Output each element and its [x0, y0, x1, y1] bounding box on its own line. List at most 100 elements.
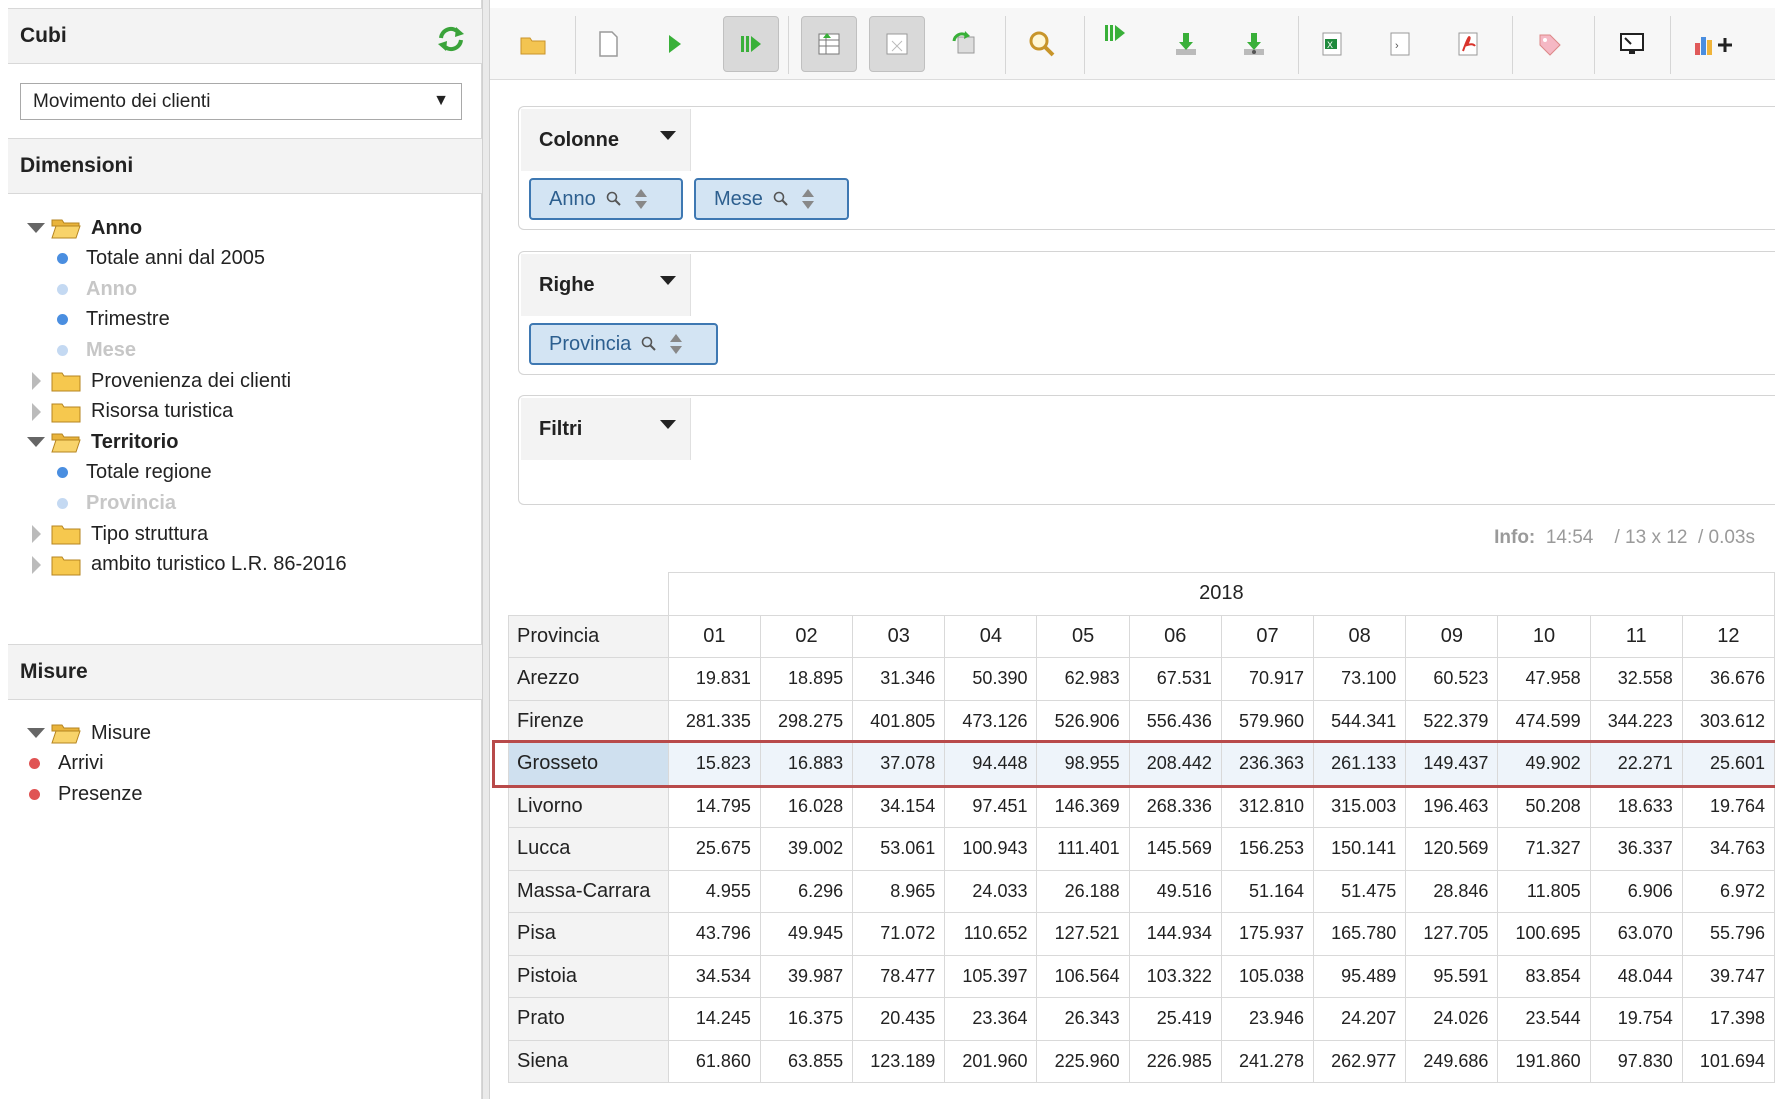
month-header[interactable]: 06 — [1128, 614, 1222, 658]
month-header[interactable]: 07 — [1220, 614, 1315, 658]
expand-right-icon[interactable] — [31, 402, 41, 421]
expand-down-icon[interactable] — [27, 728, 45, 738]
tree-item-anno[interactable]: Anno — [27, 213, 142, 243]
expand-down-icon[interactable] — [27, 437, 45, 448]
fullscreen-icon[interactable] — [1604, 16, 1660, 72]
table-row: Massa-Carrara 4.955 6.296 8.965 24.033 26.188… — [508, 869, 1775, 913]
chart-add-icon[interactable] — [1678, 16, 1748, 72]
export-excel-icon[interactable]: X — [1304, 16, 1360, 72]
export-download-icon[interactable] — [1158, 16, 1214, 72]
chip-anno[interactable]: Anno — [529, 178, 683, 220]
hide-empty-icon[interactable] — [869, 16, 925, 72]
tree-item-label: Territorio — [91, 430, 179, 453]
value-cell: 50.208 — [1497, 784, 1591, 828]
province-cell[interactable]: Prato — [508, 997, 669, 1041]
tree-item-provincia[interactable]: Provincia — [57, 488, 176, 518]
tree-item-tipo-struttura[interactable]: Tipo struttura — [27, 519, 208, 549]
value-cell: 344.223 — [1589, 699, 1683, 743]
open-folder-icon[interactable] — [505, 16, 561, 72]
rows-zone-label[interactable]: Righe — [521, 254, 691, 316]
month-header[interactable]: 09 — [1405, 614, 1499, 658]
sort-icon[interactable] — [634, 188, 648, 210]
province-cell[interactable]: Siena — [508, 1039, 669, 1083]
new-query-icon[interactable] — [580, 16, 636, 72]
filters-zone[interactable]: Filtri — [518, 395, 1775, 505]
sort-icon[interactable] — [801, 188, 815, 210]
month-header[interactable]: 03 — [852, 614, 946, 658]
value-cell: 39.002 — [759, 827, 854, 871]
month-header[interactable]: 12 — [1681, 614, 1775, 658]
value-cell: 544.341 — [1313, 699, 1407, 743]
search-icon[interactable] — [641, 336, 657, 352]
value-cell: 165.780 — [1313, 912, 1407, 956]
province-cell[interactable]: Livorno — [508, 784, 669, 828]
tree-item-totale-regione[interactable]: Totale regione — [57, 458, 212, 488]
chip-mese[interactable]: Mese — [694, 178, 849, 220]
year-header[interactable]: 2018 — [667, 572, 1775, 616]
month-header[interactable]: 11 — [1589, 614, 1683, 658]
tree-item-misure[interactable]: Misure — [27, 718, 151, 748]
province-cell[interactable]: Pisa — [508, 912, 669, 956]
tree-item-totale-anni-dal-2005[interactable]: Totale anni dal 2005 — [57, 244, 265, 274]
value-cell: 105.397 — [944, 954, 1038, 998]
month-header[interactable]: 02 — [759, 614, 854, 658]
columns-zone-label[interactable]: Colonne — [521, 109, 691, 171]
expand-right-icon[interactable] — [31, 525, 41, 543]
show-fields-icon[interactable] — [801, 16, 857, 72]
expand-right-icon[interactable] — [31, 555, 41, 574]
tree-item-provenienza-dei-clienti[interactable]: Provenienza dei clienti — [27, 366, 291, 396]
province-cell[interactable]: Pistoia — [508, 954, 669, 998]
province-cell[interactable]: Firenze — [508, 699, 669, 743]
month-header[interactable]: 08 — [1313, 614, 1407, 658]
value-cell: 63.855 — [759, 1039, 854, 1083]
month-header[interactable]: 05 — [1036, 614, 1130, 658]
value-cell: 196.463 — [1405, 784, 1499, 828]
tree-item-ambito-turistico-l-r-86-2016[interactable]: ambito turistico L.R. 86-2016 — [27, 550, 347, 580]
tree-item-trimestre[interactable]: Trimestre — [57, 305, 170, 335]
value-cell: 24.026 — [1405, 997, 1499, 1041]
tree-item-presenze[interactable]: Presenze — [29, 779, 143, 809]
table-row: Firenze 281.335 298.275 401.805 473.126 526.9… — [508, 699, 1775, 743]
value-cell: 17.398 — [1681, 997, 1775, 1041]
month-header[interactable]: 10 — [1497, 614, 1591, 658]
search-icon[interactable] — [773, 191, 789, 207]
tree-item-territorio[interactable]: Territorio — [27, 427, 178, 457]
cube-select[interactable]: Movimento dei clienti ▼ — [20, 83, 462, 120]
swap-axes-icon[interactable] — [937, 16, 993, 72]
value-cell: 106.564 — [1036, 954, 1130, 998]
sort-icon[interactable] — [669, 333, 683, 355]
drillthrough-icon[interactable] — [1088, 8, 1144, 64]
export-csv-icon[interactable]: › — [1372, 16, 1428, 72]
table-row: Siena 61.860 63.855 123.189 201.960 225.960 22… — [508, 1039, 1775, 1083]
refresh-icon[interactable] — [436, 25, 466, 53]
province-cell[interactable]: Massa-Carrara — [508, 869, 669, 913]
tree-item-arrivi[interactable]: Arrivi — [29, 749, 104, 779]
month-header[interactable]: 04 — [944, 614, 1038, 658]
chip-provincia[interactable]: Provincia — [529, 323, 718, 365]
value-cell: 71.072 — [852, 912, 946, 956]
province-cell[interactable]: Arezzo — [508, 657, 669, 701]
province-cell[interactable]: Grosseto — [508, 742, 669, 786]
month-header[interactable]: 01 — [667, 614, 761, 658]
table-row: Pistoia 34.534 39.987 78.477 105.397 106.564 1… — [508, 954, 1775, 998]
value-cell: 261.133 — [1313, 742, 1407, 786]
search-icon[interactable] — [606, 191, 622, 207]
app: Cubi Movimento dei clienti ▼ Dimensioni … — [0, 0, 1775, 1099]
export-download-alt-icon[interactable] — [1226, 16, 1282, 72]
rows-zone[interactable]: Righe Provincia — [518, 251, 1775, 375]
export-pdf-icon[interactable] — [1440, 16, 1496, 72]
expand-right-icon[interactable] — [31, 372, 41, 390]
province-cell[interactable]: Lucca — [508, 827, 669, 871]
row-dimension-header[interactable]: Provincia — [508, 614, 669, 658]
columns-zone[interactable]: Colonne Anno Mese — [518, 106, 1775, 230]
tree-item-mese[interactable]: Mese — [57, 335, 136, 365]
run-query-icon[interactable] — [646, 16, 702, 72]
tree-item-anno[interactable]: Anno — [57, 274, 137, 304]
expand-down-icon[interactable] — [27, 223, 45, 233]
auto-execute-icon[interactable] — [723, 16, 779, 72]
sidebar-splitter[interactable] — [482, 0, 490, 1099]
filters-zone-label[interactable]: Filtri — [521, 398, 691, 460]
zoom-icon[interactable] — [1014, 16, 1070, 72]
tag-icon[interactable] — [1521, 16, 1577, 72]
tree-item-risorsa-turistica[interactable]: Risorsa turistica — [27, 397, 233, 427]
